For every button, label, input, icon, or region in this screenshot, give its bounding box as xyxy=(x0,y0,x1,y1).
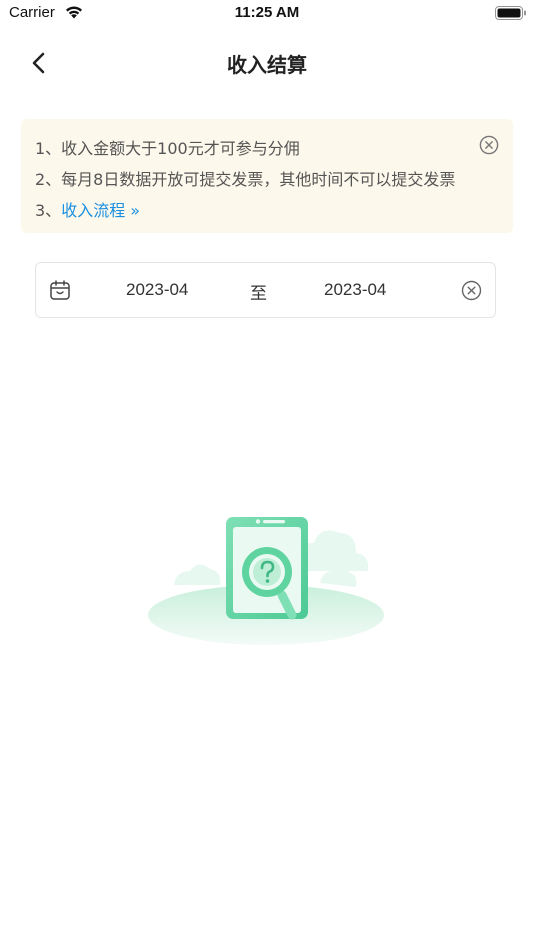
status-bar: Carrier 11:25 AM xyxy=(0,0,534,28)
calendar-icon xyxy=(50,280,70,300)
notice-line-2: 2、每月8日数据开放可提交发票，其他时间不可以提交发票 xyxy=(35,170,456,189)
date-separator: 至 xyxy=(250,284,267,304)
nav-bar: 收入结算 xyxy=(0,36,534,90)
start-date-field[interactable]: 2023-04 xyxy=(126,280,188,300)
notice-line-3: 3、收入流程 » xyxy=(35,197,140,221)
notice-line-1: 1、收入金额大于100元才可参与分佣 xyxy=(35,139,300,158)
date-range-picker: 2023-04 至 2023-04 xyxy=(35,262,496,318)
income-process-link[interactable]: 收入流程 » xyxy=(61,201,140,220)
close-circle-icon[interactable] xyxy=(479,135,499,155)
clock-time: 11:25 AM xyxy=(234,4,300,21)
clear-circle-icon[interactable] xyxy=(461,280,482,301)
battery-icon xyxy=(495,6,526,20)
notice-line-3-prefix: 3、 xyxy=(35,201,62,220)
notice-panel: 1、收入金额大于100元才可参与分佣 2、每月8日数据开放可提交发票，其他时间不… xyxy=(21,119,513,233)
empty-search-illustration xyxy=(148,517,384,645)
end-date-field[interactable]: 2023-04 xyxy=(324,280,386,300)
page-title: 收入结算 xyxy=(227,53,307,77)
